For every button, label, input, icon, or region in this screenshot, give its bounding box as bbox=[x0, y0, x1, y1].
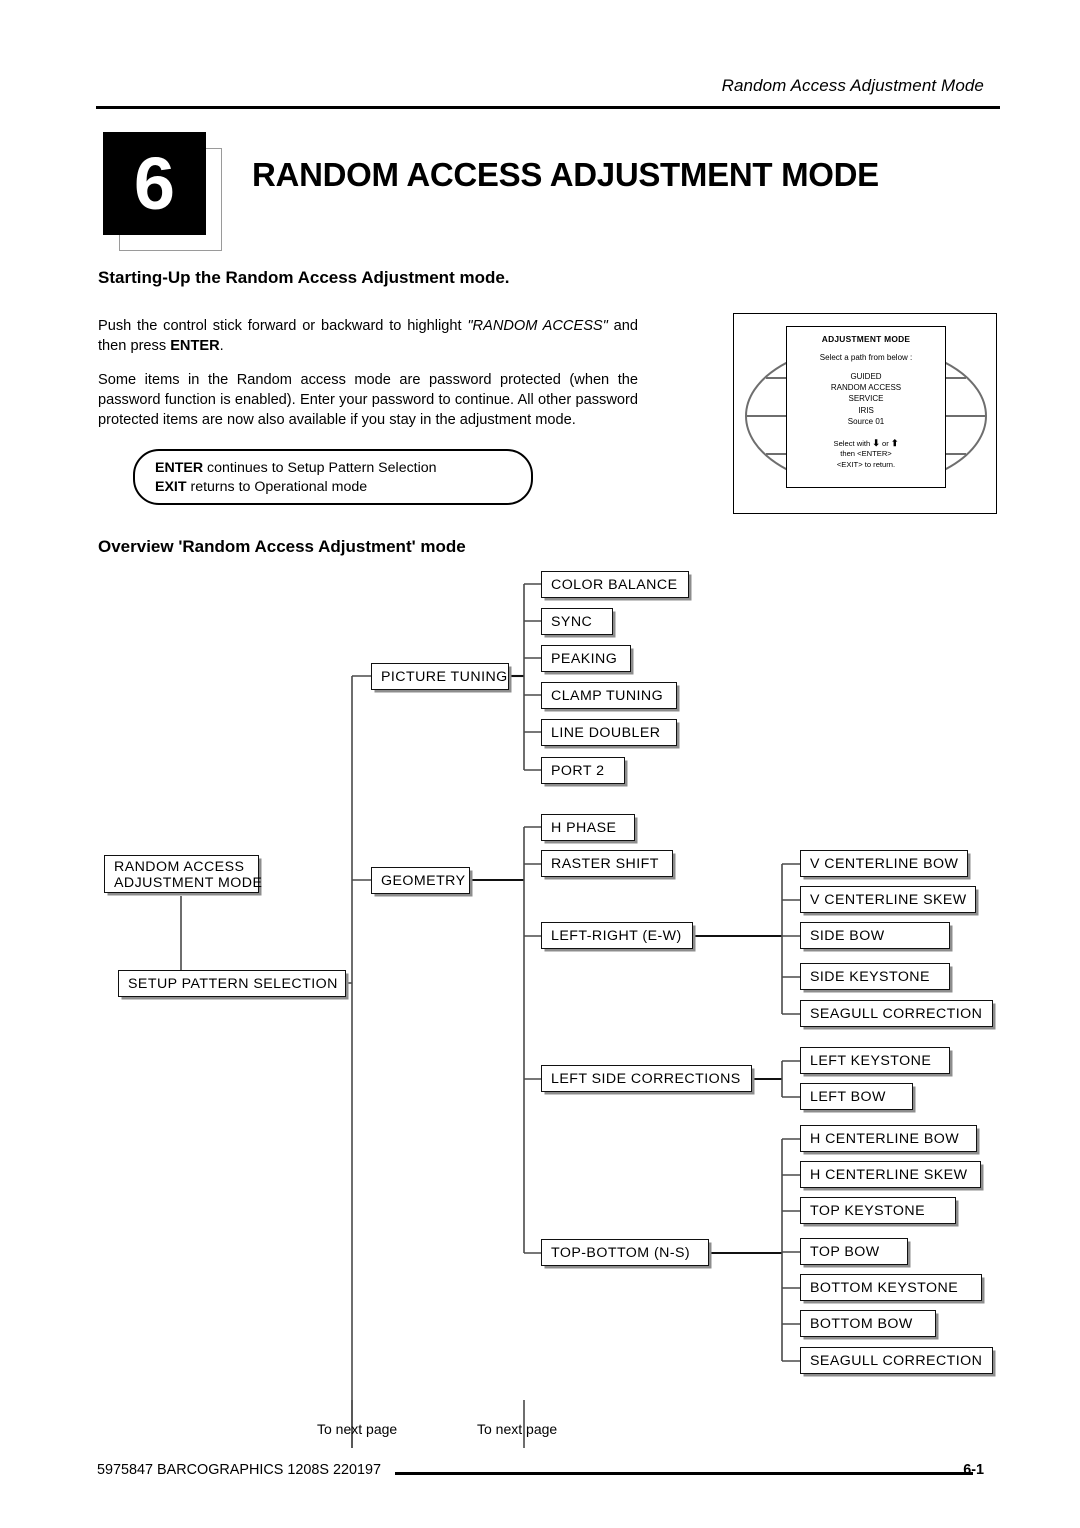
node-bottom-bow[interactable]: BOTTOM BOW bbox=[800, 1310, 936, 1337]
node-peaking[interactable]: PEAKING bbox=[541, 645, 631, 672]
osd-footer-select-row: Select with ⬇ or ⬆ bbox=[787, 438, 945, 449]
osd-menu-footer: Select with ⬇ or ⬆ then <ENTER> <EXIT> t… bbox=[787, 438, 945, 470]
footer-document-code: 5975847 BARCOGRAPHICS 1208S 220197 bbox=[97, 1462, 381, 1478]
running-header-title: Random Access Adjustment Mode bbox=[721, 76, 984, 95]
para1-quoted-mode: "RANDOM ACCESS" bbox=[467, 318, 608, 334]
node-geometry[interactable]: GEOMETRY bbox=[371, 867, 470, 894]
osd-footer-or-label: or bbox=[882, 439, 889, 449]
node-top-keystone[interactable]: TOP KEYSTONE bbox=[800, 1197, 956, 1224]
note-line-enter: ENTER continues to Setup Pattern Selecti… bbox=[155, 460, 437, 476]
section-heading-overview: Overview 'Random Access Adjustment' mode bbox=[98, 537, 466, 556]
osd-item-service[interactable]: SERVICE bbox=[787, 393, 945, 404]
node-v-centerline-skew[interactable]: V CENTERLINE SKEW bbox=[800, 886, 976, 913]
node-left-keystone[interactable]: LEFT KEYSTONE bbox=[800, 1047, 950, 1074]
page-title: RANDOM ACCESS ADJUSTMENT MODE bbox=[252, 156, 879, 193]
node-bottom-keystone[interactable]: BOTTOM KEYSTONE bbox=[800, 1274, 982, 1301]
osd-footer-select-label: Select with bbox=[833, 439, 871, 449]
node-root-line2: ADJUSTMENT MODE bbox=[114, 875, 263, 891]
node-side-keystone[interactable]: SIDE KEYSTONE bbox=[800, 963, 950, 990]
para1-enter-key: ENTER bbox=[170, 338, 220, 354]
osd-item-random-access[interactable]: RANDOM ACCESS bbox=[787, 382, 945, 393]
node-h-phase[interactable]: H PHASE bbox=[541, 814, 635, 841]
osd-item-iris[interactable]: IRIS bbox=[787, 405, 945, 416]
node-side-bow[interactable]: SIDE BOW bbox=[800, 922, 950, 949]
node-sync[interactable]: SYNC bbox=[541, 608, 613, 635]
arrow-down-icon: ⬇ bbox=[872, 438, 880, 449]
osd-menu-panel: ADJUSTMENT MODE Select a path from below… bbox=[786, 326, 946, 488]
node-left-side-corrections[interactable]: LEFT SIDE CORRECTIONS bbox=[541, 1065, 752, 1092]
chapter-number: 6 bbox=[103, 132, 206, 235]
node-clamp-tuning[interactable]: CLAMP TUNING bbox=[541, 682, 677, 709]
osd-item-source[interactable]: Source 01 bbox=[787, 416, 945, 427]
node-seagull-correction-ew[interactable]: SEAGULL CORRECTION bbox=[800, 1000, 993, 1027]
node-root-line1: RANDOM ACCESS bbox=[114, 859, 245, 875]
note-enter-key: ENTER bbox=[155, 460, 204, 476]
note-exit-text: returns to Operational mode bbox=[186, 479, 368, 495]
node-root[interactable]: RANDOM ACCESS ADJUSTMENT MODE bbox=[104, 855, 263, 893]
note-box: ENTER continues to Setup Pattern Selecti… bbox=[133, 449, 533, 505]
paragraph-startup-2: Some items in the Random access mode are… bbox=[98, 372, 638, 428]
footer-page-number: 6-1 bbox=[963, 1462, 984, 1478]
node-left-right-ew[interactable]: LEFT-RIGHT (E-W) bbox=[541, 922, 693, 949]
note-exit-key: EXIT bbox=[155, 479, 187, 495]
node-color-balance[interactable]: COLOR BALANCE bbox=[541, 571, 689, 598]
header-rule bbox=[96, 106, 1000, 109]
osd-illustration: ADJUSTMENT MODE Select a path from below… bbox=[733, 313, 997, 514]
osd-menu-subtitle: Select a path from below : bbox=[819, 353, 913, 362]
node-top-bow[interactable]: TOP BOW bbox=[800, 1238, 908, 1265]
node-picture-tuning[interactable]: PICTURE TUNING bbox=[371, 663, 509, 690]
node-raster-shift[interactable]: RASTER SHIFT bbox=[541, 850, 673, 877]
node-line-doubler[interactable]: LINE DOUBLER bbox=[541, 719, 677, 746]
node-seagull-correction-ns[interactable]: SEAGULL CORRECTION bbox=[800, 1347, 993, 1374]
node-v-centerline-bow[interactable]: V CENTERLINE BOW bbox=[800, 850, 968, 877]
section-heading-startup: Starting-Up the Random Access Adjustment… bbox=[98, 268, 510, 287]
node-setup-pattern-selection[interactable]: SETUP PATTERN SELECTION bbox=[118, 970, 346, 997]
node-port-2[interactable]: PORT 2 bbox=[541, 757, 625, 784]
osd-item-guided[interactable]: GUIDED bbox=[787, 371, 945, 382]
footer-rule bbox=[395, 1472, 973, 1475]
next-page-label-right: To next page bbox=[477, 1421, 558, 1437]
arrow-up-icon: ⬆ bbox=[890, 438, 899, 449]
node-h-centerline-bow[interactable]: H CENTERLINE BOW bbox=[800, 1125, 977, 1152]
node-left-bow[interactable]: LEFT BOW bbox=[800, 1083, 913, 1110]
note-line-exit: EXIT returns to Operational mode bbox=[155, 479, 367, 495]
para1-part-c: . bbox=[219, 338, 224, 354]
paragraph-startup-1: Push the control stick forward or backwa… bbox=[98, 316, 638, 356]
osd-menu-items: GUIDED RANDOM ACCESS SERVICE IRIS Source… bbox=[787, 371, 945, 427]
para1-part-a: Push the control stick forward or backwa… bbox=[98, 318, 468, 334]
osd-footer-exit: <EXIT> to return. bbox=[836, 459, 896, 469]
next-page-label-left: To next page bbox=[317, 1421, 398, 1437]
osd-menu-title: ADJUSTMENT MODE bbox=[821, 334, 911, 344]
note-enter-text: continues to Setup Pattern Selection bbox=[203, 460, 437, 476]
node-h-centerline-skew[interactable]: H CENTERLINE SKEW bbox=[800, 1161, 981, 1188]
osd-footer-enter: then <ENTER> bbox=[840, 449, 892, 459]
node-top-bottom-ns[interactable]: TOP-BOTTOM (N-S) bbox=[541, 1239, 709, 1266]
